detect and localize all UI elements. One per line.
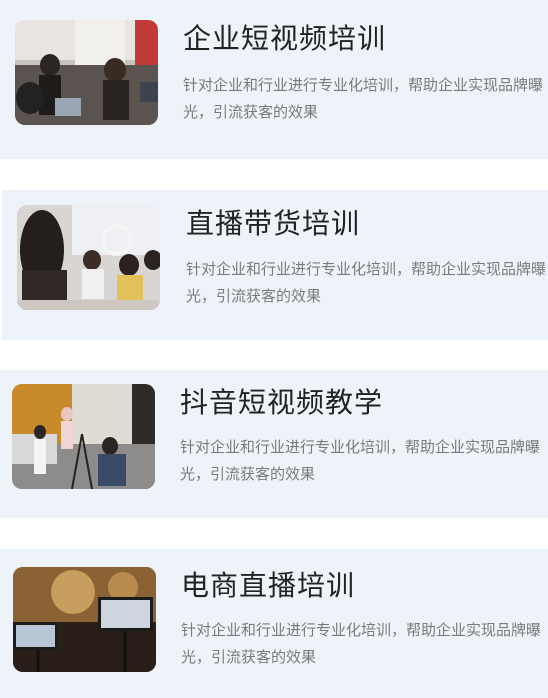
course-thumbnail-photo[interactable] — [15, 20, 158, 125]
course-title[interactable]: 电商直播培训 — [181, 569, 355, 603]
course-title[interactable]: 直播带货培训 — [186, 207, 360, 241]
course-description: 针对企业和行业进行专业化培训，帮助企业实现品牌曝光，引流获客的效果 — [181, 622, 542, 666]
course-card-ecommerce-livestream[interactable]: 电商直播培训 针对企业和行业进行专业化培训，帮助企业实现品牌曝光，引流获客的效果 — [0, 549, 548, 698]
course-description: 针对企业和行业进行专业化培训，帮助企业实现品牌曝光，引流获客的效果 — [183, 77, 544, 121]
course-card-enterprise-short-video[interactable]: 企业短视频培训 针对企业和行业进行专业化培训，帮助企业实现品牌曝光，引流获客的效… — [0, 0, 548, 159]
course-thumbnail-photo[interactable] — [13, 567, 156, 672]
course-description: 针对企业和行业进行专业化培训，帮助企业实现品牌曝光，引流获客的效果 — [186, 261, 547, 305]
course-card-livestream-sales[interactable]: 直播带货培训 针对企业和行业进行专业化培训，帮助企业实现品牌曝光，引流获客的效果 — [2, 190, 548, 340]
course-card-douyin-short-video[interactable]: 抖音短视频教学 针对企业和行业进行专业化培训，帮助企业实现品牌曝光，引流获客的效… — [0, 370, 548, 518]
course-thumbnail-photo[interactable] — [17, 205, 160, 310]
course-description: 针对企业和行业进行专业化培训，帮助企业实现品牌曝光，引流获客的效果 — [180, 439, 541, 483]
course-list: 企业短视频培训 针对企业和行业进行专业化培训，帮助企业实现品牌曝光，引流获客的效… — [0, 0, 548, 698]
course-thumbnail-photo[interactable] — [12, 384, 155, 489]
course-title[interactable]: 企业短视频培训 — [183, 22, 386, 56]
course-title[interactable]: 抖音短视频教学 — [180, 386, 383, 420]
